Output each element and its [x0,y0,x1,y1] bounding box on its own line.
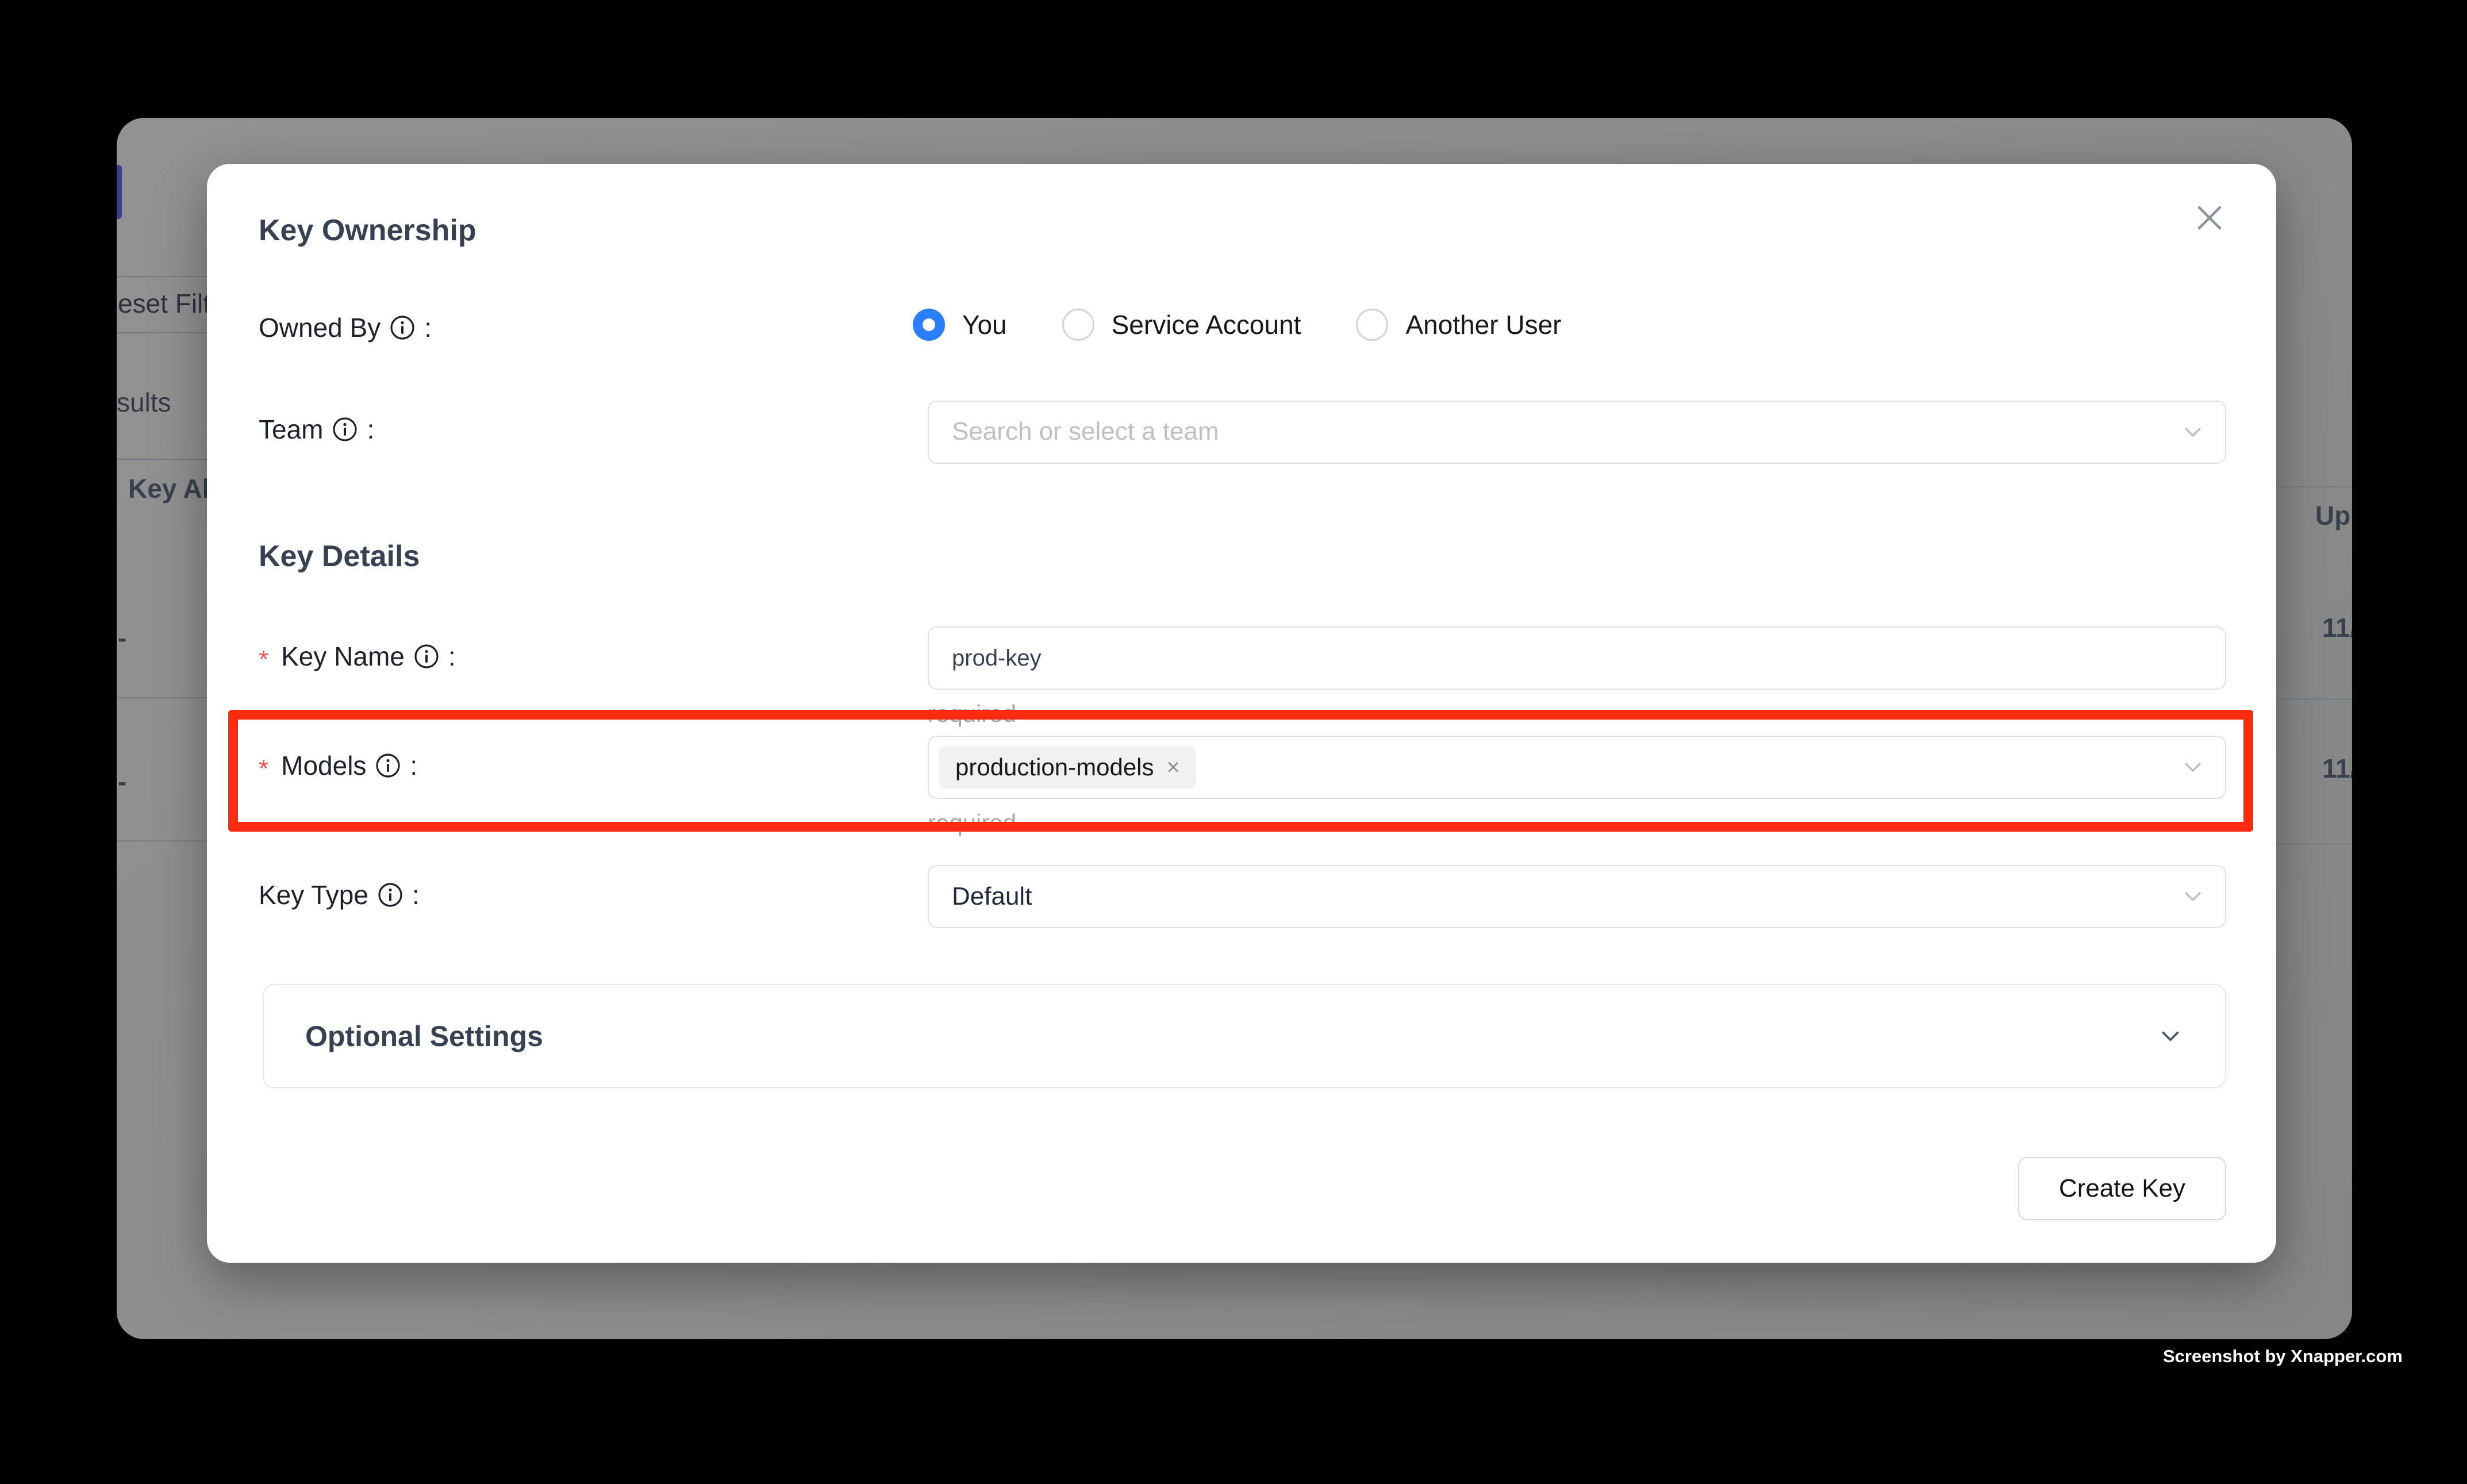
divider [2276,698,2352,699]
close-icon [2195,203,2224,233]
watermark-text: Screenshot by Xnapper.com [2163,1346,2403,1367]
chevron-down-icon [2180,755,2205,780]
radio-option-service-account[interactable]: Service Account [1062,309,1301,341]
radio-unselected-icon[interactable] [1356,309,1388,341]
info-icon[interactable] [414,644,439,669]
close-button[interactable] [2189,197,2230,239]
radio-unselected-icon[interactable] [1062,309,1094,341]
radio-option-another-user[interactable]: Another User [1356,309,1561,341]
models-label: * Models : [259,750,417,781]
create-key-modal: Key Ownership Owned By : You Service Acc… [207,164,2276,1263]
info-icon[interactable] [332,417,358,442]
key-type-select[interactable]: Default [928,865,2226,928]
team-select[interactable] [928,401,2226,464]
radio-selected-icon[interactable] [913,309,945,341]
column-header-updated-fragment: Up [2315,500,2350,531]
owned-by-label: Owned By : [259,312,432,343]
selected-model-tag: production-models × [939,746,1196,789]
table-cell-date: 11/ [2322,612,2352,643]
info-icon[interactable] [375,753,401,778]
reset-filters-fragment: eset Filt [118,288,210,319]
optional-settings-panel[interactable]: Optional Settings [263,984,2226,1088]
info-icon[interactable] [390,315,415,340]
remove-tag-icon[interactable]: × [1167,755,1180,781]
key-name-required-hint: required [928,700,1016,728]
models-required-hint: required [928,809,1016,837]
info-icon[interactable] [378,882,403,908]
create-key-button-fragment [117,165,122,219]
divider [2276,843,2352,844]
key-name-input[interactable] [952,645,2202,671]
create-key-button[interactable]: Create Key [2018,1157,2226,1220]
chevron-down-icon [2180,420,2205,445]
owned-by-radio-group: You Service Account Another User [913,309,1561,341]
models-select[interactable]: production-models × [928,736,2226,799]
table-cell-dash: - [118,766,126,797]
modal-title: Key Ownership [259,213,477,248]
results-fragment: sults [117,387,171,418]
radio-option-you[interactable]: You [913,309,1007,341]
key-details-heading: Key Details [259,539,420,574]
table-cell-dash: - [118,622,126,653]
optional-settings-title: Optional Settings [305,1020,543,1053]
divider [2276,486,2352,487]
screenshot-canvas: eset Filt sults Key Alia - - Up 11/ 11/ … [0,0,2467,1484]
key-name-field[interactable] [928,626,2226,690]
team-search-input[interactable] [952,420,2202,445]
chevron-down-icon [2157,1023,2184,1049]
key-name-label: * Key Name : [259,641,456,672]
table-cell-date: 11/ [2322,753,2352,784]
team-label: Team : [259,414,374,445]
key-type-label: Key Type : [259,879,420,910]
chevron-down-icon [2180,884,2205,909]
key-type-value: Default [952,882,1032,911]
required-asterisk: * [259,645,268,674]
required-asterisk: * [259,755,268,783]
